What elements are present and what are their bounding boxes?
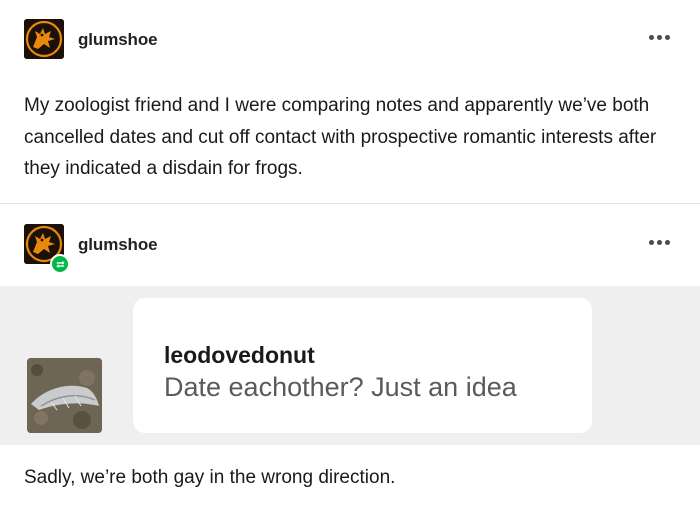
post-divider bbox=[0, 203, 700, 204]
reblog-icon bbox=[50, 254, 70, 274]
ask-area: leodovedonut Date eachother? Just an ide… bbox=[0, 286, 700, 445]
asker-username[interactable]: leodovedonut bbox=[164, 342, 315, 369]
post-username[interactable]: glumshoe bbox=[78, 30, 158, 50]
ask-question: Date eachother? Just an idea bbox=[164, 372, 517, 402]
more-options-icon[interactable] bbox=[644, 232, 674, 252]
tumblr-post: glumshoe My zoologist friend and I were … bbox=[0, 0, 700, 507]
post-header: glumshoe bbox=[0, 19, 700, 59]
griffin-avatar-icon[interactable] bbox=[24, 19, 64, 59]
reblog-username[interactable]: glumshoe bbox=[78, 235, 158, 255]
reblog-header: glumshoe bbox=[0, 224, 700, 274]
more-options-icon[interactable] bbox=[644, 27, 674, 47]
answer-text: Sadly, we’re both gay in the wrong direc… bbox=[24, 467, 396, 488]
post-text: My zoologist friend and I were comparing… bbox=[24, 95, 657, 179]
ask-bubble: leodovedonut Date eachother? Just an ide… bbox=[133, 298, 592, 433]
asker-avatar[interactable] bbox=[27, 358, 102, 433]
